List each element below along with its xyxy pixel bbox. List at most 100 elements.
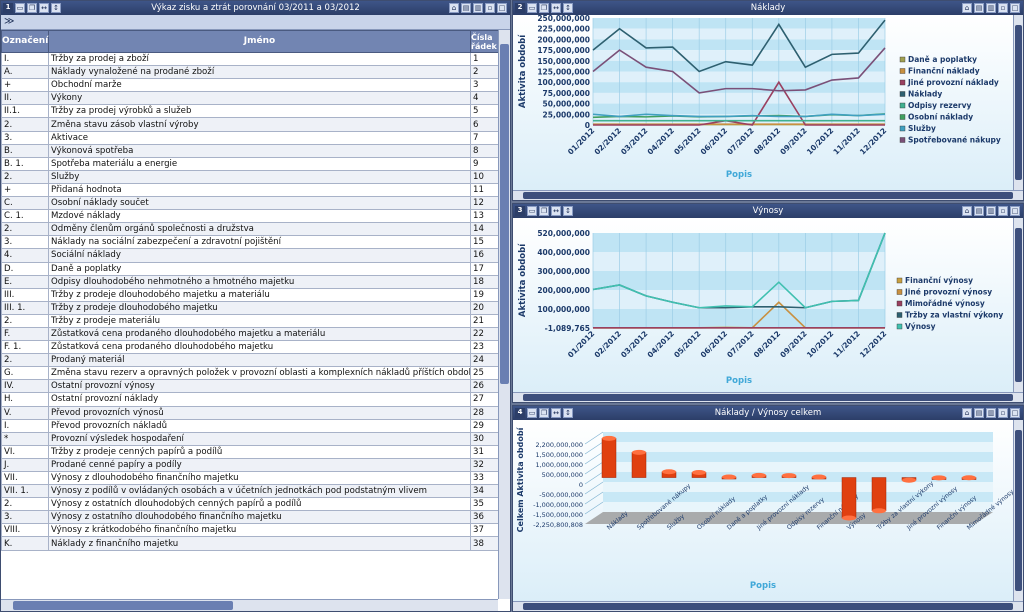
table-icon[interactable]: ▤: [974, 408, 984, 418]
table-row[interactable]: 3. Výnosy z ostatního dlouhodobého finanč…: [1, 510, 499, 525]
chart-horizontal-scrollbar[interactable]: [513, 190, 1023, 200]
table-row[interactable]: F. Zůstatková cena prodaného dlouhodobého…: [1, 326, 499, 342]
table-row[interactable]: VIII. Výnosy z krátkodobého finančního ma…: [1, 523, 499, 538]
table-row[interactable]: III. 1. Tržby z prodeje dlouhodobého maje…: [1, 300, 499, 315]
maximize-icon[interactable]: □: [1010, 3, 1020, 13]
maximize-icon[interactable]: □: [1010, 206, 1020, 216]
arrows-horizontal-icon[interactable]: ↔: [551, 3, 561, 13]
table-row[interactable]: H. Ostatní provozní náklady 27: [1, 392, 499, 407]
x-tick-label: 08/2012: [752, 126, 782, 156]
chart-horizontal-scrollbar[interactable]: [513, 601, 1023, 611]
maximize-icon[interactable]: □: [1010, 408, 1020, 418]
table-row[interactable]: I. Tržby za prodej a zboží 1: [1, 51, 499, 67]
x-tick-label: 06/2012: [699, 126, 729, 156]
minimize-icon[interactable]: ▫: [998, 408, 1008, 418]
home-icon[interactable]: ⌂: [962, 206, 972, 216]
table-row[interactable]: III. Tržby z prodeje dlouhodobého majetku…: [1, 287, 499, 302]
table-row[interactable]: 2. Služby 10: [1, 169, 499, 184]
chart-icon[interactable]: ▥: [986, 206, 996, 216]
chart-icon[interactable]: ▥: [986, 408, 996, 418]
table-row[interactable]: V. Převod provozních výnosů 28: [1, 405, 499, 420]
table-row[interactable]: 2. Tržby z prodeje materiálu 21: [1, 313, 499, 328]
table-row[interactable]: D. Daně a poplatky 17: [1, 261, 499, 276]
arrows-vertical-icon[interactable]: ↕: [51, 3, 61, 13]
home-icon[interactable]: ⌂: [962, 408, 972, 418]
table-row[interactable]: F. 1. Zůstatková cena prodaného dlouhodob…: [1, 340, 499, 355]
table-row[interactable]: 3. Aktivace 7: [1, 130, 499, 145]
home-icon[interactable]: ⌂: [962, 3, 972, 13]
table-row[interactable]: I. Převod provozních nákladů 29: [1, 418, 499, 433]
table-row[interactable]: B. 1. Spotřeba materiálu a energie 9: [1, 156, 499, 171]
minimize-icon[interactable]: ▫: [998, 3, 1008, 13]
table-horizontal-scrollbar[interactable]: [1, 599, 498, 611]
chart-horizontal-scroll-thumb[interactable]: [523, 394, 1013, 401]
table-row[interactable]: II.1. Tržby za prodej výrobků a služeb 5: [1, 104, 499, 119]
chart-horizontal-scrollbar[interactable]: [513, 392, 1023, 402]
arrows-vertical-icon[interactable]: ↕: [563, 3, 573, 13]
window-icon[interactable]: ▭: [527, 3, 537, 13]
chart-vertical-scroll-thumb[interactable]: [1015, 25, 1022, 180]
minimize-icon[interactable]: ▫: [485, 3, 495, 13]
restore-icon[interactable]: ❐: [539, 408, 549, 418]
chart-vertical-scroll-thumb[interactable]: [1015, 430, 1022, 591]
home-icon[interactable]: ⌂: [449, 3, 459, 13]
chart-title: Náklady: [750, 3, 786, 13]
table-row[interactable]: VI. Tržby z prodeje cenných papírů a podí…: [1, 444, 499, 459]
table-row[interactable]: + Přidaná hodnota 11: [1, 182, 499, 198]
table-row[interactable]: II. Výkony 4: [1, 91, 499, 106]
chart-icon[interactable]: ▥: [473, 3, 483, 13]
table-row[interactable]: B. Výkonová spotřeba 8: [1, 143, 499, 158]
table-row[interactable]: C. Osobní náklady součet 12: [1, 196, 499, 211]
table-icon[interactable]: ▤: [461, 3, 471, 13]
arrows-horizontal-icon[interactable]: ↔: [551, 206, 561, 216]
minimize-icon[interactable]: ▫: [998, 206, 1008, 216]
y-tick-label: 100,000,000: [537, 305, 590, 314]
collapse-toggle[interactable]: ≫: [1, 15, 510, 30]
table-row[interactable]: IV. Ostatní provozní výnosy 26: [1, 379, 499, 394]
chart-horizontal-scroll-thumb[interactable]: [523, 192, 1013, 199]
cell-row-number: 4: [470, 91, 499, 106]
table-row[interactable]: G. Změna stavu rezerv a opravných položek…: [1, 366, 499, 381]
chart-vertical-scrollbar[interactable]: [1013, 218, 1023, 392]
restore-icon[interactable]: ❐: [539, 3, 549, 13]
table-row[interactable]: 2. Prodaný materiál 24: [1, 353, 499, 368]
window-icon[interactable]: ▭: [527, 206, 537, 216]
table-row[interactable]: A. Náklady vynaložené na prodané zboží 2: [1, 65, 499, 80]
table-row[interactable]: VII. Výnosy z dlouhodobého finančního maj…: [1, 470, 499, 486]
table-icon[interactable]: ▤: [974, 206, 984, 216]
table-row[interactable]: + Obchodní marže 3: [1, 78, 499, 93]
column-header-row-number[interactable]: Čísla řádek: [470, 30, 499, 53]
table-row[interactable]: E. Odpisy dlouhodobého nehmotného a hmotn…: [1, 274, 499, 289]
arrows-horizontal-icon[interactable]: ↔: [39, 3, 49, 13]
window-icon[interactable]: ▭: [15, 3, 25, 13]
restore-icon[interactable]: ❐: [27, 3, 37, 13]
restore-icon[interactable]: ❐: [539, 206, 549, 216]
table-row[interactable]: C. 1. Mzdové náklady 13: [1, 209, 499, 224]
table-row[interactable]: 2. Odměny členům orgánů společnosti a dru…: [1, 222, 499, 237]
arrows-vertical-icon[interactable]: ↕: [563, 206, 573, 216]
chart-vertical-scrollbar[interactable]: [1013, 420, 1023, 601]
table-row[interactable]: 2. Změna stavu zásob vlastní výroby 6: [1, 117, 499, 132]
cell-code: *: [1, 431, 49, 446]
chart-vertical-scroll-thumb[interactable]: [1015, 228, 1022, 382]
table-row[interactable]: * Provozní výsledek hospodaření 30: [1, 431, 499, 446]
maximize-icon[interactable]: □: [497, 3, 507, 13]
table-horizontal-scroll-thumb[interactable]: [13, 601, 233, 610]
table-row[interactable]: 3. Náklady na sociální zabezpečení a zdra…: [1, 235, 499, 250]
column-header-code[interactable]: Označení: [1, 30, 49, 53]
chart-horizontal-scroll-thumb[interactable]: [523, 603, 1013, 610]
table-row[interactable]: 2. Výnosy z ostatních dlouhodobých cennýc…: [1, 497, 499, 512]
table-vertical-scrollbar[interactable]: [498, 30, 510, 599]
table-row[interactable]: 4. Sociální náklady 16: [1, 248, 499, 263]
arrows-vertical-icon[interactable]: ↕: [563, 408, 573, 418]
table-row[interactable]: VII. 1. Výnosy z podílů v ovládaných osob…: [1, 484, 499, 499]
window-icon[interactable]: ▭: [527, 408, 537, 418]
column-header-name[interactable]: Jméno: [48, 30, 471, 53]
arrows-horizontal-icon[interactable]: ↔: [551, 408, 561, 418]
table-row[interactable]: K. Náklady z finančního majetku 38: [1, 536, 499, 551]
chart-icon[interactable]: ▥: [986, 3, 996, 13]
table-icon[interactable]: ▤: [974, 3, 984, 13]
table-vertical-scroll-thumb[interactable]: [500, 44, 509, 384]
table-row[interactable]: J. Prodané cenné papíry a podíly 32: [1, 457, 499, 473]
chart-vertical-scrollbar[interactable]: [1013, 15, 1023, 190]
